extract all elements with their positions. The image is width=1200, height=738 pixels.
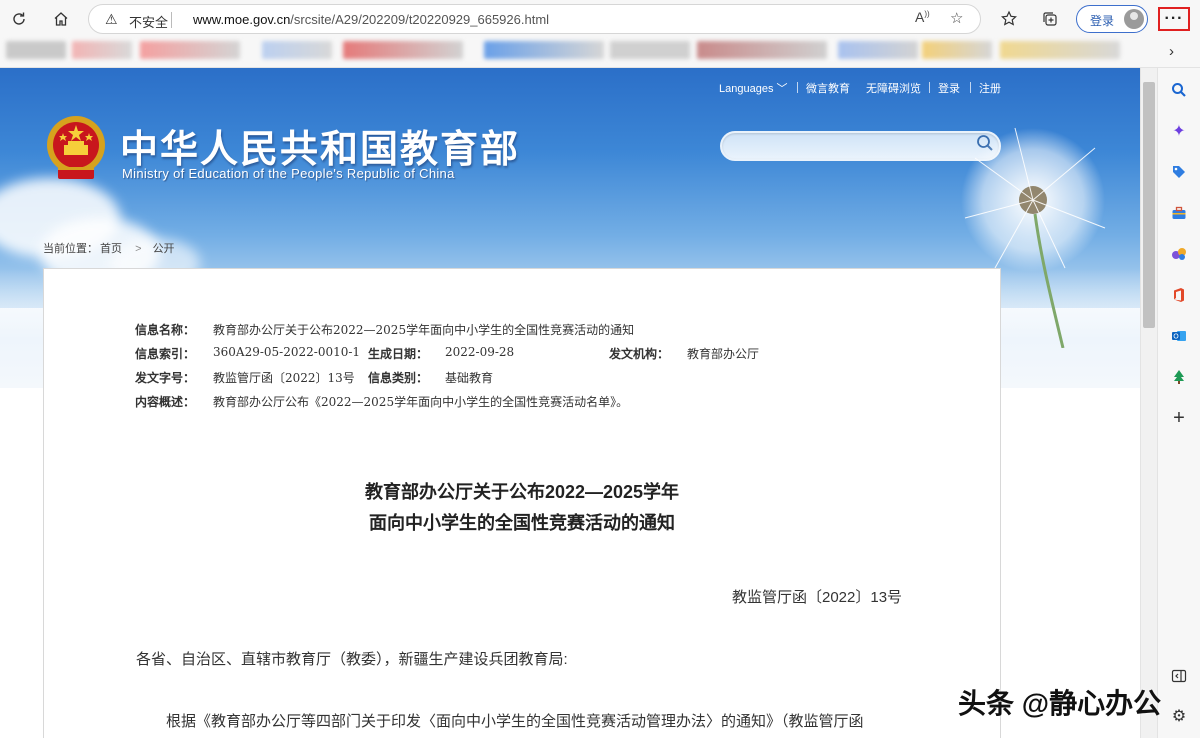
nav-login-link[interactable]: 登录: [938, 80, 960, 96]
more-menu-button[interactable]: ···: [1158, 7, 1190, 31]
meta-org-label: 发文机构：: [609, 347, 670, 361]
games-icon[interactable]: [1167, 242, 1191, 266]
sidebar-search-icon[interactable]: [1167, 78, 1191, 102]
tools-toolbox-icon[interactable]: [1167, 201, 1191, 225]
meta-org-value: 教育部办公厅: [687, 347, 760, 361]
meta-name-value: 教育部办公厅关于公布2022—2025学年面向中小学生的全国性竞赛活动的通知: [213, 323, 635, 337]
shopping-tag-icon[interactable]: [1167, 160, 1191, 184]
home-icon[interactable]: [48, 6, 74, 32]
favorite-item[interactable]: [343, 41, 463, 59]
meta-category-value: 基础教育: [445, 371, 494, 385]
browser-toolbar: ⚠ 不安全 www.moe.gov.cn/srcsite/A29/202209/…: [0, 0, 1200, 38]
national-emblem-logo: [47, 116, 105, 179]
nav-register-link[interactable]: 注册: [979, 80, 1001, 96]
watermark-text: 头条 @静心办公: [958, 688, 1162, 719]
url-text[interactable]: www.moe.gov.cn/srcsite/A29/202209/t20220…: [193, 12, 549, 27]
url-domain: www.moe.gov.cn: [193, 12, 291, 27]
nav-separator: [970, 82, 971, 93]
refresh-icon[interactable]: [6, 6, 32, 32]
meta-category-label: 信息类别：: [368, 371, 429, 385]
site-subtitle: Ministry of Education of the People's Re…: [122, 166, 455, 181]
document-title-line1: 教育部办公厅关于公布2022—2025学年: [364, 482, 680, 502]
web-page: 中华人民共和国教育部 Ministry of Education of the …: [0, 68, 1140, 738]
breadcrumb-current-link[interactable]: 公开: [153, 243, 175, 255]
favorite-item[interactable]: [72, 41, 132, 59]
nav-separator: [929, 82, 930, 93]
copilot-sparkle-icon[interactable]: ✦: [1167, 119, 1191, 143]
meta-name-label: 信息名称：: [135, 323, 196, 337]
browser-sidebar: ✦ O + ⚙: [1157, 68, 1200, 738]
svg-text:O: O: [1173, 333, 1179, 341]
document-number: 教监管厅函〔2022〕13号: [732, 589, 903, 606]
page-scrollbar[interactable]: [1140, 68, 1157, 738]
favorites-icon[interactable]: [996, 6, 1022, 32]
drop-tree-icon[interactable]: [1167, 365, 1191, 389]
breadcrumb-home-link[interactable]: 首页: [100, 243, 122, 255]
meta-summary-value: 教育部办公厅公布《2022—2025学年面向中小学生的全国性竞赛活动名单》。: [213, 395, 629, 409]
breadcrumb-prefix: 当前位置：: [43, 243, 98, 255]
site-title[interactable]: 中华人民共和国教育部: [120, 118, 520, 173]
meta-docno-value: 教监管厅函〔2022〕13号: [213, 371, 355, 385]
meta-index-value: 360A29-05-2022-0010-1: [213, 345, 361, 359]
favorite-item[interactable]: [922, 41, 992, 59]
favorite-item[interactable]: [484, 41, 604, 59]
favorite-item[interactable]: [262, 41, 332, 59]
document-salutation: 各省、自治区、直辖市教育厅（教委），新疆生产建设兵团教育局:: [136, 651, 568, 668]
login-label: 登录: [1090, 14, 1115, 28]
favorite-item[interactable]: [6, 41, 66, 59]
favorite-item[interactable]: [697, 41, 827, 59]
favorite-item[interactable]: [1000, 41, 1120, 59]
address-bar[interactable]: ⚠ 不安全 www.moe.gov.cn/srcsite/A29/202209/…: [88, 4, 981, 34]
meta-docno-label: 发文字号：: [135, 371, 196, 385]
languages-menu[interactable]: Languages ﹀: [719, 80, 788, 96]
meta-date-value: 2022-09-28: [445, 345, 515, 359]
warning-icon[interactable]: ⚠: [105, 11, 118, 28]
nav-weiyan-link[interactable]: 微言教育: [806, 80, 850, 96]
favorite-item[interactable]: [610, 41, 690, 59]
avatar: [1124, 9, 1144, 29]
settings-gear-icon[interactable]: ⚙: [1167, 704, 1191, 728]
favorite-item[interactable]: [838, 41, 918, 59]
collections-icon[interactable]: [1037, 6, 1063, 32]
profile-login-button[interactable]: 登录: [1076, 5, 1148, 33]
security-label[interactable]: 不安全: [129, 12, 168, 31]
nav-separator: [797, 82, 798, 93]
office-icon[interactable]: [1167, 283, 1191, 307]
meta-summary-label: 内容概述：: [135, 395, 196, 409]
outlook-icon[interactable]: O: [1167, 324, 1191, 348]
nav-accessible-link[interactable]: 无障碍浏览: [866, 80, 921, 96]
document-title-line2: 面向中小学生的全国性竞赛活动的通知: [369, 513, 675, 533]
scrollbar-thumb[interactable]: [1143, 82, 1155, 328]
favorite-item[interactable]: [140, 41, 240, 59]
site-search-input[interactable]: [732, 137, 972, 155]
breadcrumb: 当前位置： 首页 > 公开: [43, 240, 177, 256]
hide-sidebar-icon[interactable]: [1167, 664, 1191, 688]
add-favorite-icon[interactable]: ☆: [950, 9, 963, 27]
document-paragraph: 根据《教育部办公厅等四部门关于印发〈面向中小学生的全国性竞赛活动管理办法〉的通知…: [166, 713, 864, 730]
add-icon[interactable]: +: [1167, 406, 1191, 430]
article-card: 信息名称： 教育部办公厅关于公布2022—2025学年面向中小学生的全国性竞赛活…: [43, 268, 1001, 738]
meta-index-label: 信息索引：: [135, 347, 196, 361]
address-separator: [171, 12, 172, 28]
breadcrumb-separator: >: [135, 243, 142, 255]
meta-date-label: 生成日期：: [368, 347, 429, 361]
url-path: /srcsite/A29/202209/t20220929_665926.htm…: [290, 12, 550, 27]
read-aloud-icon[interactable]: A)): [915, 9, 930, 25]
chevron-right-icon[interactable]: ›: [1169, 43, 1174, 60]
favorites-bar: ›: [0, 38, 1200, 68]
